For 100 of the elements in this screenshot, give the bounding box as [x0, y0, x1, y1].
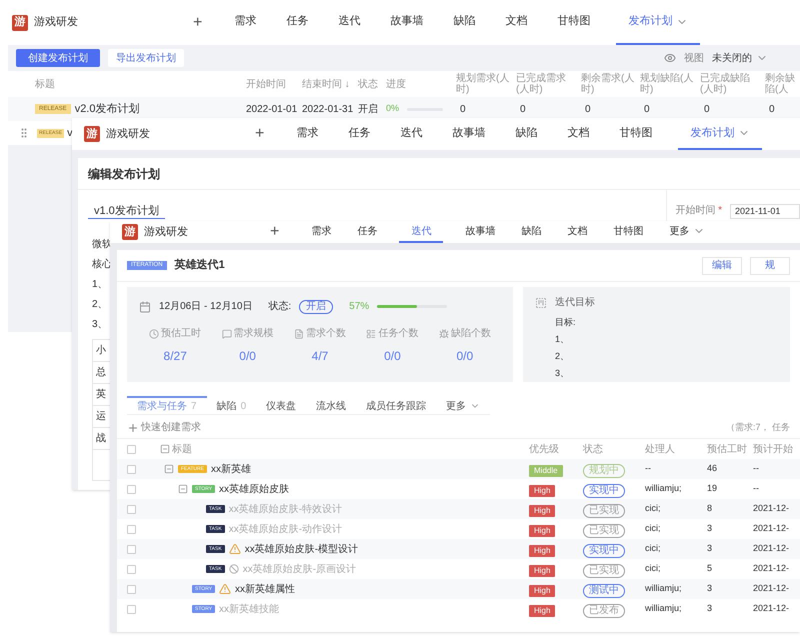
nav-tab[interactable]: 更多	[665, 221, 710, 243]
status-pill: 实现中	[583, 484, 625, 498]
collapse-icon[interactable]	[178, 484, 188, 494]
checkbox[interactable]	[127, 444, 136, 454]
view-filter-dropdown[interactable]: 未关闭的	[712, 50, 768, 66]
nav-tab[interactable]: 故事墙	[386, 0, 428, 45]
sub-tab[interactable]: 更多	[436, 396, 490, 414]
hours-cell-text: 46	[707, 462, 718, 476]
nav-tab[interactable]: 需求	[307, 221, 336, 243]
assignee-cell-text: cici;	[645, 522, 662, 536]
nav-tab[interactable]: 文档	[501, 0, 532, 45]
nav-tab[interactable]: 文档	[563, 118, 594, 150]
column-header: 优先级	[529, 442, 559, 456]
nav-tab[interactable]: 甘特图	[615, 118, 656, 150]
goal-text: 1、	[555, 333, 570, 346]
collapse-all-icon[interactable]	[160, 444, 170, 454]
item-title: xx新英雄属性	[235, 582, 296, 596]
nav-tab[interactable]: 需求	[230, 0, 260, 45]
column-header: 标题	[172, 442, 192, 456]
checkbox[interactable]	[127, 544, 136, 554]
nav-tab[interactable]: 缺陷	[517, 221, 546, 243]
column-header: 开始时间	[246, 78, 287, 90]
start-date-cell-text: --	[753, 482, 760, 496]
checkbox[interactable]	[127, 604, 136, 614]
table-cell-text: 0	[768, 102, 776, 116]
item-title: xx英雄原始皮肤	[219, 482, 290, 496]
nav-tab[interactable]: 任务	[282, 0, 312, 45]
calendar-icon	[139, 300, 151, 312]
nav-tab[interactable]: 发布计划	[678, 118, 762, 150]
nav-tab[interactable]: 甘特图	[609, 221, 648, 243]
summary-text: （需求:7， 任务	[726, 420, 790, 434]
start-date-cell-text: --	[753, 462, 760, 476]
quick-create-button[interactable]: 快速创建需求	[127, 420, 201, 435]
metric-label: 任务个数	[378, 327, 418, 341]
header-button[interactable]: 编辑	[702, 256, 742, 274]
column-header: 剩余缺陷(人	[765, 73, 796, 95]
nav-tab[interactable]: 缺陷	[449, 0, 480, 45]
metric-value: 0/0	[239, 348, 256, 365]
priority-badge: High	[529, 525, 556, 537]
add-button[interactable]: +	[262, 221, 288, 243]
metric-value: 0/0	[384, 348, 401, 365]
item-title: xx新英雄	[210, 462, 251, 476]
dialog-title: 编辑发布计划	[88, 166, 160, 182]
nav-tab[interactable]: 甘特图	[553, 0, 594, 45]
column-header: 预计开始	[753, 442, 793, 456]
column-header: 标题	[35, 78, 56, 90]
release-title: v	[67, 126, 73, 141]
table-cell-text: 0	[703, 102, 711, 116]
nav-tab[interactable]: 任务	[353, 221, 382, 243]
nav-tab[interactable]: 故事墙	[448, 118, 490, 150]
sub-tab[interactable]: 缺陷 0	[206, 396, 256, 414]
checkbox[interactable]	[127, 564, 136, 574]
column-header: 状态	[583, 442, 603, 456]
nav-tab[interactable]: 缺陷	[511, 118, 542, 150]
list-icon	[366, 328, 376, 338]
priority-badge: High	[529, 605, 556, 617]
add-button[interactable]: +	[185, 0, 210, 45]
sub-tab[interactable]: 仪表盘	[256, 396, 306, 414]
checkbox[interactable]	[127, 464, 136, 474]
goal-text: 2、	[555, 350, 570, 363]
nav-tab[interactable]: 迭代	[396, 118, 426, 150]
checkbox[interactable]	[127, 524, 136, 534]
start-date-cell-text: 2021-12-	[753, 602, 790, 616]
checkbox[interactable]	[127, 584, 136, 594]
sub-tab[interactable]: 成员任务跟踪	[356, 396, 436, 414]
checkbox[interactable]	[127, 504, 136, 514]
create-release-button[interactable]: 创建发布计划	[16, 49, 100, 67]
status-pill: 已实现	[583, 504, 625, 518]
release-title: v2.0发布计划	[74, 102, 140, 117]
priority-badge: Middle	[529, 465, 563, 477]
priority-badge: High	[529, 585, 556, 597]
nav-tab[interactable]: 任务	[344, 118, 374, 150]
collapse-icon[interactable]	[164, 464, 174, 474]
status-pill: 规划中	[583, 464, 625, 478]
start-time-field[interactable]: 2021-11-01	[730, 204, 800, 219]
project-logo: 游	[12, 14, 28, 30]
description-text: 1、	[92, 278, 108, 292]
column-header: 已完成需求(人时)	[516, 73, 567, 95]
plus-icon	[127, 422, 139, 434]
status-pill: 实现中	[583, 544, 625, 558]
nav-tab[interactable]: 迭代	[399, 221, 444, 243]
metric-label: 需求规模	[234, 326, 274, 341]
checkbox[interactable]	[127, 484, 136, 494]
nav-tab[interactable]: 迭代	[334, 0, 364, 45]
table-cell-text: 0	[459, 102, 467, 116]
sub-tab[interactable]: 流水线	[306, 396, 356, 414]
nav-tab[interactable]: 故事墙	[461, 221, 500, 243]
hours-cell-text: 3	[707, 522, 714, 536]
view-label: 视图	[684, 52, 704, 66]
nav-tab[interactable]: 文档	[563, 221, 592, 243]
item-title: xx英雄原始皮肤-模型设计	[244, 542, 358, 556]
plan-name-field[interactable]: v1.0发布计划	[88, 204, 165, 219]
clock-icon	[149, 328, 160, 338]
nav-tab[interactable]: 需求	[292, 118, 322, 150]
date-range: 12月06日 - 12月10日	[159, 300, 252, 314]
export-release-button[interactable]: 导出发布计划	[108, 49, 184, 67]
assignee-cell-text: williamju;	[645, 602, 683, 616]
add-button[interactable]: +	[247, 118, 272, 150]
metric-label: 需求个数	[306, 326, 346, 341]
header-button[interactable]: 规	[750, 256, 790, 274]
